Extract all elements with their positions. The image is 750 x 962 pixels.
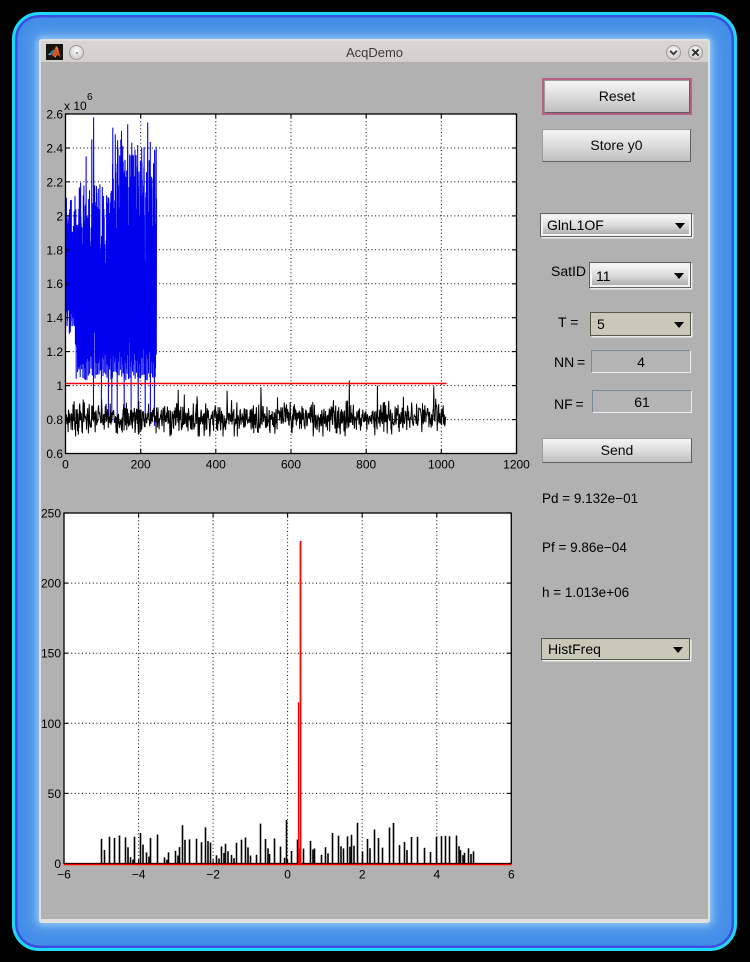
svg-text:4: 4	[433, 868, 440, 882]
svg-text:−6: −6	[57, 868, 71, 882]
svg-text:6: 6	[87, 92, 93, 103]
svg-text:2: 2	[56, 209, 63, 223]
svg-text:1200: 1200	[503, 458, 530, 472]
svg-text:200: 200	[41, 577, 61, 591]
svg-text:−2: −2	[206, 868, 220, 882]
svg-text:2.4: 2.4	[46, 142, 63, 156]
svg-text:1.8: 1.8	[46, 243, 63, 257]
svg-text:0.8: 0.8	[46, 413, 63, 427]
svg-text:0.6: 0.6	[46, 447, 63, 461]
svg-text:2.6: 2.6	[46, 108, 63, 122]
svg-text:1: 1	[56, 379, 63, 393]
svg-text:6: 6	[508, 868, 515, 882]
svg-text:100: 100	[41, 717, 61, 731]
svg-text:2: 2	[359, 868, 366, 882]
svg-text:150: 150	[41, 647, 61, 661]
svg-text:1000: 1000	[428, 458, 455, 472]
svg-text:0: 0	[62, 458, 69, 472]
svg-text:600: 600	[281, 458, 301, 472]
svg-text:250: 250	[41, 507, 61, 521]
svg-text:1.4: 1.4	[46, 311, 63, 325]
svg-text:x 10: x 10	[64, 99, 87, 113]
svg-text:0: 0	[284, 868, 291, 882]
svg-text:−4: −4	[132, 868, 146, 882]
svg-text:1.6: 1.6	[46, 277, 63, 291]
svg-text:1.2: 1.2	[46, 345, 63, 359]
svg-text:50: 50	[48, 787, 62, 801]
svg-text:200: 200	[131, 458, 151, 472]
svg-text:400: 400	[206, 458, 226, 472]
svg-text:800: 800	[356, 458, 376, 472]
svg-text:2.2: 2.2	[46, 175, 63, 189]
